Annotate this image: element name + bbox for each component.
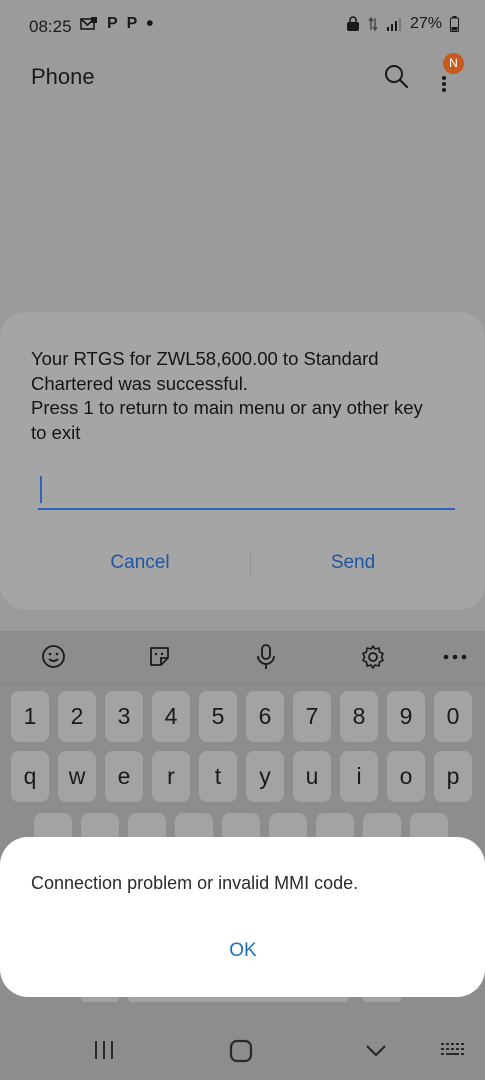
sticker-icon[interactable]: [147, 644, 172, 669]
parking-icon: P: [126, 15, 138, 32]
key-q[interactable]: q: [11, 751, 49, 802]
signal-icon: [386, 18, 401, 31]
parking-icon: P: [107, 15, 118, 32]
ussd-dialog: Your RTGS for ZWL58,600.00 to Standard C…: [0, 312, 485, 610]
key-9[interactable]: 9: [387, 691, 425, 742]
ussd-reply-input[interactable]: [38, 472, 455, 510]
notification-badge: N: [443, 53, 464, 74]
dot-icon: •: [146, 13, 154, 35]
ussd-message: Your RTGS for ZWL58,600.00 to Standard C…: [31, 348, 423, 443]
error-message: Connection problem or invalid MMI code.: [31, 873, 359, 893]
ok-button[interactable]: OK: [210, 940, 276, 962]
key-o[interactable]: o: [387, 751, 425, 802]
key-r[interactable]: r: [152, 751, 190, 802]
keyboard-toolbar: [0, 631, 485, 684]
key-8[interactable]: 8: [340, 691, 378, 742]
key-4[interactable]: 4: [152, 691, 190, 742]
settings-icon[interactable]: [360, 644, 386, 670]
page-title: Phone: [31, 64, 95, 89]
key-0[interactable]: 0: [434, 691, 472, 742]
key-e[interactable]: e: [105, 751, 143, 802]
key-1[interactable]: 1: [11, 691, 49, 742]
more-icon[interactable]: [443, 654, 467, 660]
recent-apps-icon[interactable]: [93, 1040, 115, 1060]
key-u[interactable]: u: [293, 751, 331, 802]
button-divider: [250, 550, 251, 578]
app-bar: Phone N: [0, 52, 485, 102]
key-y[interactable]: y: [246, 751, 284, 802]
key-i[interactable]: i: [340, 751, 378, 802]
emoji-icon[interactable]: [41, 644, 66, 669]
key-p[interactable]: p: [434, 751, 472, 802]
status-left-icons: P P •: [80, 13, 154, 35]
battery-percent: 27%: [409, 15, 442, 32]
mmi-error-dialog: Connection problem or invalid MMI code. …: [0, 837, 485, 997]
key-3[interactable]: 3: [105, 691, 143, 742]
keyboard-toggle-icon[interactable]: [441, 1043, 467, 1061]
data-arrows-icon: [368, 16, 378, 32]
key-w[interactable]: w: [58, 751, 96, 802]
microphone-icon[interactable]: [255, 644, 277, 670]
key-7[interactable]: 7: [293, 691, 331, 742]
search-icon[interactable]: [383, 63, 409, 89]
status-time: 08:25: [29, 17, 72, 36]
send-button[interactable]: Send: [253, 552, 453, 574]
status-right-icons: 27%: [346, 15, 459, 33]
lock-alarm-icon: [346, 16, 359, 31]
key-t[interactable]: t: [199, 751, 237, 802]
status-bar: 08:25 P P • 27%: [0, 0, 485, 52]
key-6[interactable]: 6: [246, 691, 284, 742]
cancel-button[interactable]: Cancel: [40, 552, 240, 574]
key-5[interactable]: 5: [199, 691, 237, 742]
text-caret: [40, 476, 42, 503]
email-notification-icon: [80, 17, 97, 30]
battery-icon: [450, 16, 459, 32]
key-2[interactable]: 2: [58, 691, 96, 742]
home-icon[interactable]: [229, 1039, 253, 1063]
back-icon[interactable]: [365, 1044, 387, 1058]
navigation-bar: [0, 1002, 485, 1080]
